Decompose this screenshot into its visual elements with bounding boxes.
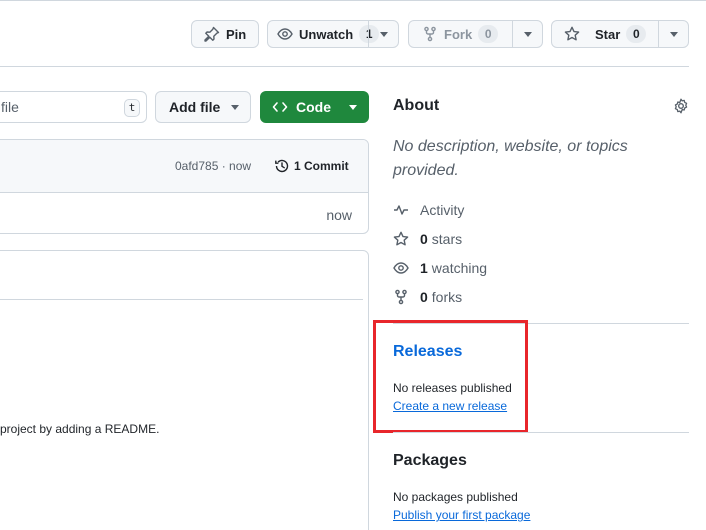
star-label: Star bbox=[595, 26, 621, 42]
code-button[interactable]: Code bbox=[260, 91, 369, 123]
commits-label: 1 Commit bbox=[294, 159, 349, 173]
shortcut-key: t bbox=[124, 99, 140, 117]
fork-label: Fork bbox=[444, 26, 473, 42]
star-icon bbox=[393, 231, 409, 246]
chevron-down-icon bbox=[349, 105, 357, 110]
unwatch-label: Unwatch bbox=[299, 26, 354, 42]
history-icon bbox=[275, 159, 289, 173]
commit-sha-time[interactable]: 0afd785 · now bbox=[175, 159, 251, 173]
star-dropdown[interactable] bbox=[658, 21, 688, 47]
commit-box: 0afd785 · now 1 Commit now bbox=[0, 139, 369, 234]
about-title: About bbox=[393, 97, 440, 114]
releases-divider bbox=[393, 432, 689, 433]
stars-label: stars bbox=[431, 231, 463, 247]
fork-count: 0 bbox=[478, 25, 499, 43]
fork-icon bbox=[395, 289, 407, 305]
watching-label: watching bbox=[431, 260, 488, 276]
chevron-down-icon bbox=[231, 105, 239, 110]
unwatch-button[interactable]: Unwatch 1 bbox=[267, 20, 399, 48]
forks-label: forks bbox=[431, 289, 463, 305]
pin-icon bbox=[204, 26, 220, 42]
gear-icon[interactable] bbox=[673, 98, 689, 114]
activity-link[interactable]: Activity bbox=[393, 202, 464, 218]
packages-empty-text: No packages published bbox=[393, 490, 518, 504]
forks-count: 0 bbox=[420, 289, 428, 305]
header-divider bbox=[0, 66, 689, 67]
search-text: file bbox=[1, 99, 19, 115]
file-row-time: now bbox=[326, 207, 352, 223]
forks-link[interactable]: 0 forks bbox=[393, 289, 462, 305]
readme-divider bbox=[0, 299, 363, 300]
pulse-icon bbox=[394, 205, 408, 215]
about-description: No description, website, or topics provi… bbox=[393, 138, 628, 179]
readme-box bbox=[0, 250, 369, 530]
readme-text: project by adding a README. bbox=[0, 422, 160, 436]
star-icon bbox=[564, 26, 580, 42]
chevron-down-icon bbox=[379, 31, 388, 37]
packages-title[interactable]: Packages bbox=[393, 452, 467, 470]
chevron-down-icon bbox=[523, 31, 532, 37]
watching-count: 1 bbox=[420, 260, 428, 276]
star-button[interactable]: Star 0 bbox=[551, 20, 689, 48]
activity-label: Activity bbox=[420, 202, 465, 218]
go-to-file-input[interactable]: file t bbox=[0, 91, 147, 123]
eye-icon bbox=[277, 26, 293, 42]
pin-button[interactable]: Pin bbox=[191, 20, 259, 48]
star-count: 0 bbox=[626, 25, 647, 43]
latest-commit-bar: 0afd785 · now 1 Commit bbox=[0, 140, 368, 193]
eye-icon bbox=[393, 262, 409, 274]
commits-link[interactable]: 1 Commit bbox=[274, 158, 349, 174]
pin-label: Pin bbox=[226, 26, 247, 42]
fork-dropdown[interactable] bbox=[512, 21, 542, 47]
add-file-button[interactable]: Add file bbox=[155, 91, 251, 123]
unwatch-dropdown[interactable] bbox=[368, 21, 398, 47]
chevron-down-icon bbox=[669, 31, 678, 37]
top-border bbox=[0, 0, 706, 4]
highlight-box bbox=[373, 320, 528, 433]
fork-button[interactable]: Fork 0 bbox=[408, 20, 543, 48]
watching-link[interactable]: 1 watching bbox=[393, 260, 487, 276]
fork-icon bbox=[422, 26, 438, 42]
stars-link[interactable]: 0 stars bbox=[393, 231, 462, 247]
code-icon bbox=[272, 99, 288, 115]
add-file-label: Add file bbox=[169, 99, 221, 115]
stars-count: 0 bbox=[420, 231, 428, 247]
code-label: Code bbox=[296, 99, 331, 115]
publish-package-link[interactable]: Publish your first package bbox=[393, 508, 530, 522]
